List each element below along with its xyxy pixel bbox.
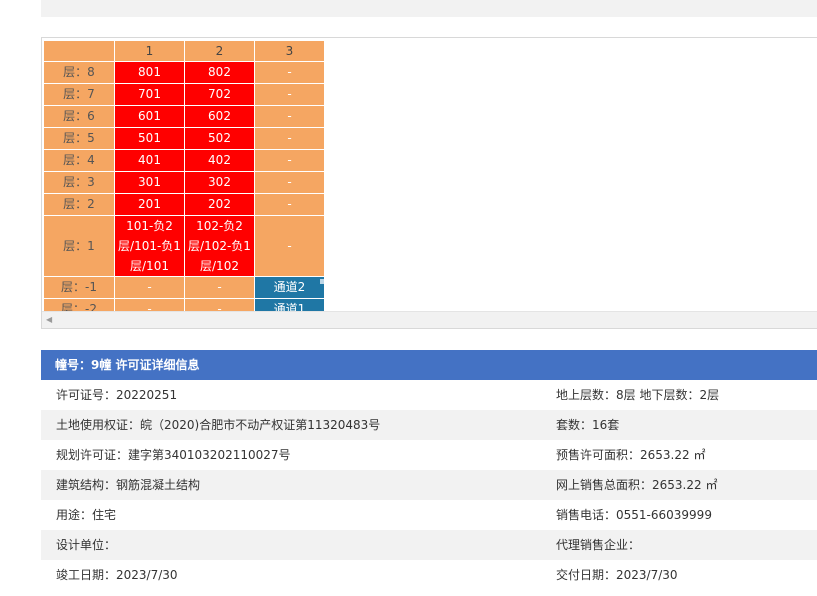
- floor-row: 层：-1 - - 通道2: [43, 276, 325, 299]
- info-right: 网上销售总面积：2653.22 ㎡: [556, 478, 718, 492]
- unit-cell-empty: -: [254, 193, 325, 216]
- unit-cell-empty: -: [254, 105, 325, 128]
- floor-label: 层：8: [43, 61, 115, 84]
- unit-cell-line: 层/102: [200, 259, 239, 273]
- unit-cell-line: 层/101: [130, 259, 169, 273]
- info-right: 代理销售企业：: [556, 538, 641, 552]
- info-left: 设计单位：: [56, 538, 117, 552]
- unit-cell-line: 层/101-负1: [118, 239, 181, 253]
- info-left: 建筑结构：钢筋混凝土结构: [56, 478, 201, 492]
- unit-cell-empty: -: [254, 149, 325, 172]
- top-toolbar-strip: [41, 0, 817, 17]
- unit-cell[interactable]: 402: [184, 149, 255, 172]
- unit-cell-line: 101-负2: [126, 219, 173, 233]
- unit-cell-line: 层/102-负1: [188, 239, 251, 253]
- info-right: 交付日期：2023/7/30: [556, 568, 678, 582]
- column-header: 3: [254, 40, 325, 62]
- floor-row: 层：7 701 702 -: [43, 83, 325, 106]
- unit-cell-line: 102-负2: [196, 219, 243, 233]
- scroll-left-arrow-icon[interactable]: ◀: [46, 315, 52, 324]
- info-left: 许可证号：20220251: [56, 388, 178, 402]
- floor-label: 层：2: [43, 193, 115, 216]
- info-right: 销售电话：0551-66039999: [556, 508, 712, 522]
- unit-cell[interactable]: 501: [114, 127, 185, 150]
- unit-cell[interactable]: 802: [184, 61, 255, 84]
- unit-cell[interactable]: 201: [114, 193, 185, 216]
- unit-cell-empty: -: [254, 215, 325, 277]
- unit-cell[interactable]: 601: [114, 105, 185, 128]
- unit-cell[interactable]: 302: [184, 171, 255, 194]
- channel-cell[interactable]: 通道2: [254, 276, 325, 299]
- info-left: 土地使用权证：皖（2020)合肥市不动产权证第11320483号: [56, 418, 381, 432]
- unit-cell-empty: -: [254, 127, 325, 150]
- info-left: 竣工日期：2023/7/30: [56, 568, 178, 582]
- info-row: 规划许可证：建字第340103202110027号 预售许可面积：2653.22…: [41, 440, 817, 470]
- unit-cell[interactable]: 101-负2 层/101-负1 层/101: [114, 215, 185, 277]
- info-right: 套数：16套: [556, 418, 620, 432]
- unit-cell[interactable]: 301: [114, 171, 185, 194]
- floor-label: 层：1: [43, 215, 115, 277]
- floor-row: 层：4 401 402 -: [43, 149, 325, 172]
- floor-row: 层：2 201 202 -: [43, 193, 325, 216]
- info-row: 建筑结构：钢筋混凝土结构 网上销售总面积：2653.22 ㎡: [41, 470, 817, 500]
- unit-cell[interactable]: 702: [184, 83, 255, 106]
- column-header-row: 1 2 3: [43, 40, 325, 62]
- info-row: 用途：住宅 销售电话：0551-66039999: [41, 500, 817, 530]
- horizontal-scrollbar[interactable]: ◀: [42, 311, 817, 328]
- floor-label: 层：4: [43, 149, 115, 172]
- unit-table: 1 2 3 层：8 801 802 - 层：7 701 702 - 层：6 60…: [43, 40, 325, 321]
- floor-label: 层：6: [43, 105, 115, 128]
- unit-cell[interactable]: 401: [114, 149, 185, 172]
- permit-details-header: 幢号：9幢 许可证详细信息: [41, 350, 817, 380]
- column-header: 1: [114, 40, 185, 62]
- floor-row: 层：5 501 502 -: [43, 127, 325, 150]
- unit-cell[interactable]: 602: [184, 105, 255, 128]
- corner-cell: [43, 40, 115, 62]
- info-row: 竣工日期：2023/7/30 交付日期：2023/7/30: [41, 560, 817, 590]
- unit-cell[interactable]: 701: [114, 83, 185, 106]
- unit-cell[interactable]: 202: [184, 193, 255, 216]
- unit-cell[interactable]: 801: [114, 61, 185, 84]
- floor-label: 层：-1: [43, 276, 115, 299]
- floor-row: 层：3 301 302 -: [43, 171, 325, 194]
- unit-grid-panel: 1 2 3 层：8 801 802 - 层：7 701 702 - 层：6 60…: [41, 37, 817, 329]
- floor-label: 层：3: [43, 171, 115, 194]
- info-right: 预售许可面积：2653.22 ㎡: [556, 448, 706, 462]
- info-row: 许可证号：20220251 地上层数：8层 地下层数：2层: [41, 380, 817, 410]
- info-right: 地上层数：8层 地下层数：2层: [556, 388, 720, 402]
- unit-cell[interactable]: 102-负2 层/102-负1 层/102: [184, 215, 255, 277]
- floor-row: 层：8 801 802 -: [43, 61, 325, 84]
- unit-cell[interactable]: 502: [184, 127, 255, 150]
- channel-label: 通道2: [273, 280, 306, 294]
- column-header: 2: [184, 40, 255, 62]
- unit-cell-empty: -: [254, 83, 325, 106]
- corner-marker-icon: [320, 279, 324, 284]
- info-row: 设计单位： 代理销售企业：: [41, 530, 817, 560]
- floor-row: 层：6 601 602 -: [43, 105, 325, 128]
- unit-cell-empty: -: [254, 61, 325, 84]
- info-left: 规划许可证：建字第340103202110027号: [56, 448, 291, 462]
- info-left: 用途：住宅: [56, 508, 117, 522]
- floor-label: 层：7: [43, 83, 115, 106]
- unit-cell-empty: -: [114, 276, 185, 299]
- unit-cell-empty: -: [184, 276, 255, 299]
- floor-row: 层：1 101-负2 层/101-负1 层/101 102-负2 层/102-负…: [43, 215, 325, 277]
- floor-label: 层：5: [43, 127, 115, 150]
- unit-cell-empty: -: [254, 171, 325, 194]
- info-row: 土地使用权证：皖（2020)合肥市不动产权证第11320483号 套数：16套: [41, 410, 817, 440]
